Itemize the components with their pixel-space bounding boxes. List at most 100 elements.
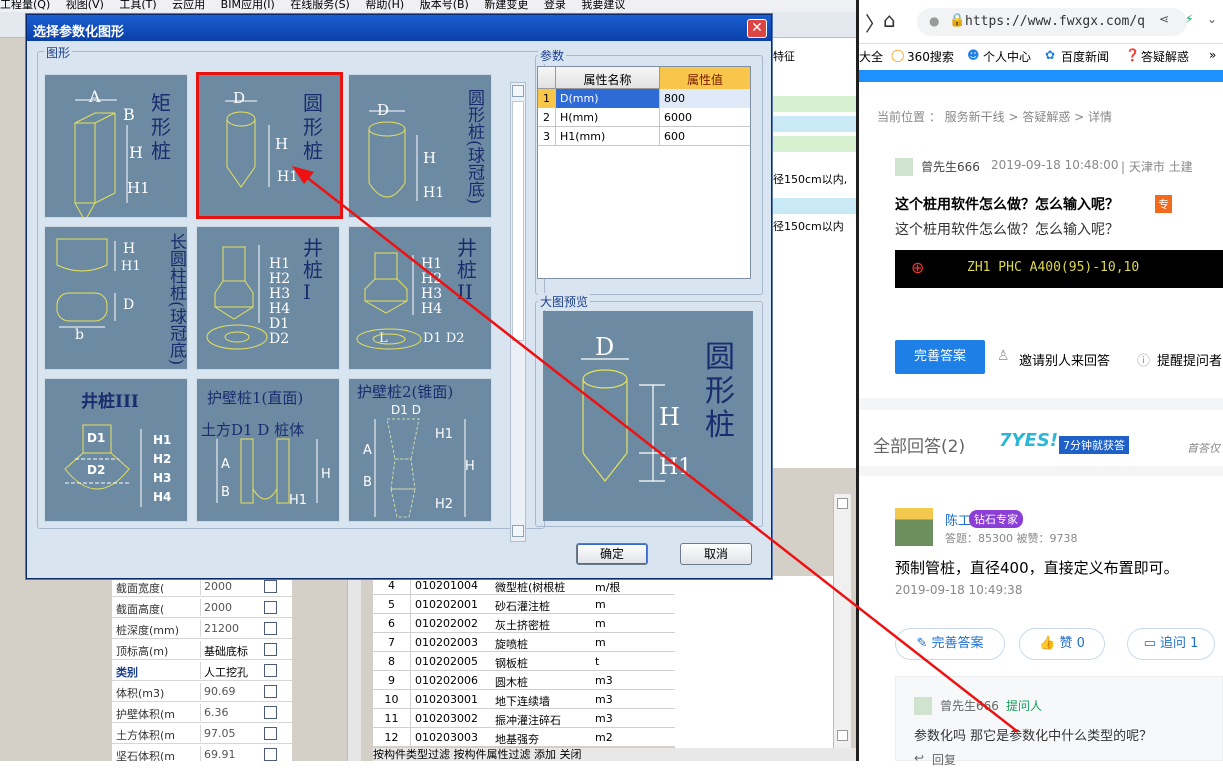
- property-checkbox[interactable]: [264, 622, 277, 635]
- menu-item[interactable]: 云应用: [172, 0, 205, 11]
- ok-button[interactable]: 确定: [576, 543, 648, 565]
- param-value-input[interactable]: 6000: [660, 108, 750, 127]
- property-checkbox[interactable]: [264, 727, 277, 740]
- scrollbar[interactable]: [833, 494, 851, 748]
- table-row[interactable]: 5 010202001 砂石灌注桩 m: [373, 595, 675, 614]
- property-row[interactable]: 土方体积(m 97.05: [112, 723, 292, 744]
- scroll-down-icon[interactable]: [837, 730, 848, 741]
- bookmark-item[interactable]: 大全: [859, 48, 883, 65]
- param-row[interactable]: 2 H(mm) 6000: [538, 108, 750, 127]
- chevron-down-icon[interactable]: ⌄: [1207, 12, 1217, 26]
- menu-item[interactable]: 新建变更: [484, 0, 528, 11]
- menu-item[interactable]: BIM应用(I): [221, 0, 275, 11]
- property-value[interactable]: 90.69: [200, 683, 262, 700]
- scroll-up-icon[interactable]: [512, 85, 524, 97]
- property-checkbox[interactable]: [264, 664, 277, 677]
- menu-item[interactable]: 工程量(Q): [0, 0, 50, 11]
- scroll-thumb[interactable]: [512, 101, 524, 341]
- property-checkbox[interactable]: [264, 685, 277, 698]
- property-value[interactable]: 2000: [200, 599, 262, 616]
- complete-answer-pill[interactable]: ✎ 完善答案: [895, 628, 1005, 660]
- property-value[interactable]: 人工挖孔: [200, 662, 262, 679]
- menu-item[interactable]: 帮助(H): [365, 0, 404, 11]
- property-value[interactable]: 97.05: [200, 725, 262, 742]
- property-checkbox[interactable]: [264, 748, 277, 761]
- answerer-avatar[interactable]: [895, 508, 933, 546]
- share-icon[interactable]: ⋖: [1159, 12, 1169, 26]
- param-value-input[interactable]: 600: [660, 127, 750, 146]
- property-value[interactable]: 21200: [200, 620, 262, 637]
- bookmark-item[interactable]: 答疑解惑: [1141, 48, 1189, 65]
- breadcrumb[interactable]: 当前位置 ： 服务新干线 > 答疑解惑 > 详情: [877, 108, 1112, 125]
- url-text[interactable]: https://www.fwxgx.com/q: [965, 14, 1145, 29]
- complete-answer-button[interactable]: 完善答案: [895, 340, 985, 374]
- filter-bar[interactable]: 按构件类型过滤 按构件属性过滤 添加 关闭: [373, 748, 856, 761]
- property-row[interactable]: 截面宽度(2000: [112, 576, 292, 597]
- param-value-input[interactable]: 800: [660, 89, 750, 108]
- tile-well-pile-3[interactable]: 井桩III D1 D2 H1 H2 H3 H4: [44, 378, 188, 522]
- asker-name[interactable]: 曾先生666: [921, 158, 980, 175]
- reply-icon[interactable]: ↩: [914, 751, 924, 765]
- tile-wall-pile-2[interactable]: 护壁桩2(锥面) D1 D A B H1 H H2: [348, 378, 492, 522]
- bookmark-item[interactable]: 百度新闻: [1061, 48, 1109, 65]
- table-row[interactable]: 10 010203001 地下连续墙 m3: [373, 690, 675, 709]
- question-image[interactable]: ⊕ ZH1 PHC A400(95)-10,10: [895, 250, 1223, 288]
- tile-wall-pile-1[interactable]: 护壁桩1(直面) 土方D1 D 桩体 A B H H1: [196, 378, 340, 522]
- bolt-icon[interactable]: ⚡: [1185, 12, 1193, 26]
- like-button[interactable]: 👍 赞 0: [1019, 628, 1105, 660]
- back-icon[interactable]: 〉: [865, 8, 885, 37]
- close-icon[interactable]: ✕: [747, 19, 767, 38]
- scrollbar[interactable]: [347, 576, 361, 761]
- scroll-up-icon[interactable]: [837, 498, 848, 509]
- property-row[interactable]: 类别 人工挖孔: [112, 660, 292, 681]
- property-checkbox[interactable]: [264, 643, 277, 656]
- tile-long-pile-dome[interactable]: H H1 D b 长圆柱桩(球冠底): [44, 226, 188, 370]
- property-checkbox[interactable]: [264, 580, 277, 593]
- table-row[interactable]: 11 010203002 振冲灌注碎石 m3: [373, 709, 675, 728]
- url-field[interactable]: ● 🔒 https://www.fwxgx.com/q: [917, 8, 1187, 36]
- home-icon[interactable]: ⌂: [883, 8, 896, 32]
- scroll-down-icon[interactable]: [512, 525, 524, 537]
- property-value[interactable]: 2000: [200, 578, 262, 595]
- tiles-scrollbar[interactable]: [510, 82, 526, 542]
- menu-item[interactable]: 我要建议: [581, 0, 625, 11]
- cancel-button[interactable]: 取消: [680, 543, 752, 565]
- property-row[interactable]: 桩深度(mm) 21200: [112, 618, 292, 639]
- property-checkbox[interactable]: [264, 601, 277, 614]
- menu-item[interactable]: 版本号(B): [420, 0, 469, 11]
- table-row[interactable]: 12 010203003 地基强夯 m2: [373, 728, 675, 746]
- menu-item[interactable]: 工具(T): [119, 0, 156, 11]
- bookmark-item[interactable]: 360搜索: [907, 48, 954, 65]
- property-row[interactable]: 坚石体积(m 69.91: [112, 744, 292, 761]
- table-row[interactable]: 9 010202006 圆木桩 m3: [373, 671, 675, 690]
- menu-item[interactable]: 视图(V): [66, 0, 104, 11]
- property-value[interactable]: 基础底标: [200, 641, 262, 658]
- invite-link[interactable]: 邀请别人来回答: [1019, 350, 1110, 369]
- tile-round-pile-dome[interactable]: D H H1 圆形桩(球冠底): [348, 74, 492, 218]
- property-checkbox[interactable]: [264, 706, 277, 719]
- bookmark-item[interactable]: 个人中心: [983, 48, 1031, 65]
- table-row[interactable]: 6 010202002 灰土挤密桩 m: [373, 614, 675, 633]
- tile-rect-pile[interactable]: A B H H1 矩形桩: [44, 74, 188, 218]
- tile-well-pile-2[interactable]: H1 H2 H3 H4 L D1 D2 井桩II: [348, 226, 492, 370]
- param-row[interactable]: 1 D(mm) 800: [538, 89, 750, 108]
- property-value[interactable]: 6.36: [200, 704, 262, 721]
- property-row[interactable]: 顶标高(m) 基础底标: [112, 639, 292, 660]
- property-row[interactable]: 体积(m3) 90.69: [112, 681, 292, 702]
- table-row[interactable]: 7 010202003 旋喷桩 m: [373, 633, 675, 652]
- followup-user[interactable]: 曾先生666: [940, 697, 999, 714]
- menu-item[interactable]: 登录: [544, 0, 566, 11]
- tile-round-pile[interactable]: D H H1 圆形桩: [196, 72, 343, 219]
- follow-up-button[interactable]: ▭ 追问 1: [1127, 628, 1215, 660]
- reply-link[interactable]: 回复: [932, 751, 956, 768]
- tile-well-pile-1[interactable]: H1 H2 H3 H4 D1 D2 井桩I: [196, 226, 340, 370]
- remind-link[interactable]: 提醒提问者: [1157, 350, 1222, 369]
- more-bookmarks-icon[interactable]: »: [1209, 48, 1216, 62]
- table-row[interactable]: 8 010202005 钢板桩 t: [373, 652, 675, 671]
- property-row[interactable]: 截面高度(2000: [112, 597, 292, 618]
- answerer-name[interactable]: 陈工: [945, 510, 971, 529]
- property-row[interactable]: 护壁体积(m 6.36: [112, 702, 292, 723]
- property-value[interactable]: 69.91: [200, 746, 262, 761]
- param-row[interactable]: 3 H1(mm) 600: [538, 127, 750, 146]
- menu-item[interactable]: 在线服务(S): [290, 0, 350, 11]
